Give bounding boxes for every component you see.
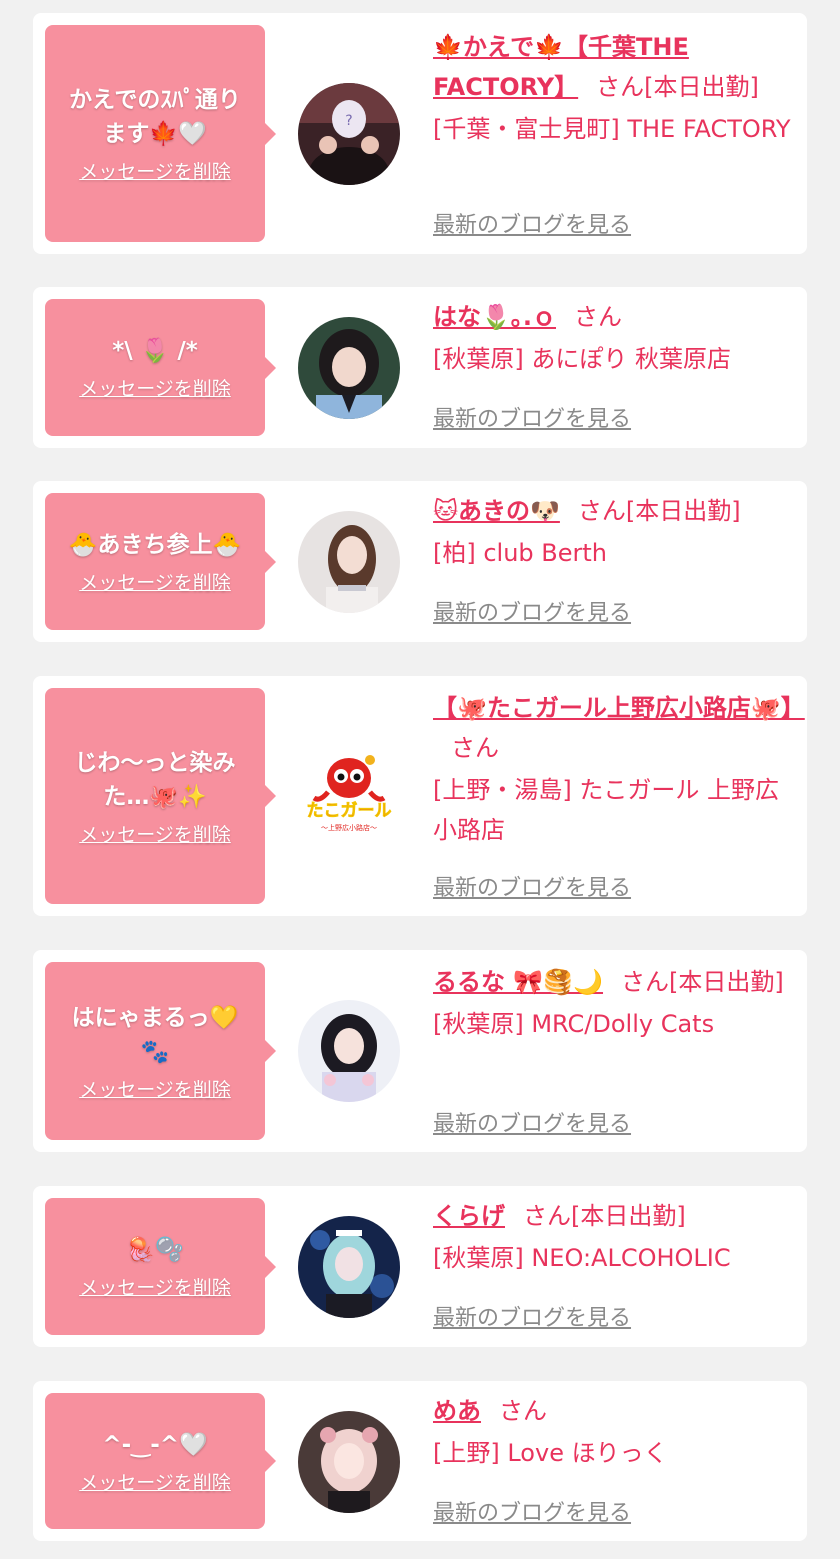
blog-link[interactable]: 最新のブログを見る	[433, 401, 631, 433]
delete-message-button[interactable]: メッセージを削除	[79, 1273, 231, 1300]
message-bubble: じわ〜っと染みた…🐙✨ メッセージを削除	[45, 688, 276, 904]
shop-name: [秋葉原] MRC/Dolly Cats	[433, 1010, 715, 1038]
message-text: 🐣あきち参上🐣	[68, 532, 242, 558]
svg-text:?: ?	[345, 113, 352, 129]
status-badge: [本日出勤]	[644, 73, 759, 101]
delete-message-button[interactable]: メッセージを削除	[79, 1468, 231, 1495]
delete-message-button[interactable]: メッセージを削除	[79, 1075, 231, 1102]
message-bubble: ^-‿-^🤍 メッセージを削除	[45, 1393, 276, 1529]
blog-link[interactable]: 最新のブログを見る	[433, 595, 631, 627]
blog-link[interactable]: 最新のブログを見る	[433, 870, 631, 902]
honorific: さん	[596, 73, 645, 101]
cast-name-link[interactable]: 🐱あきの🐶	[433, 497, 560, 525]
logo-title: たこガール	[307, 801, 392, 821]
shop-name: [柏] club Berth	[433, 539, 608, 567]
list-item: ^-‿-^🤍 メッセージを削除 めあ さん [上野] Love ほりっく 最新のブ…	[33, 1381, 807, 1541]
status-badge: [本日出勤]	[669, 968, 784, 996]
message-text: 🪼🫧	[126, 1237, 184, 1263]
message-text: かえでのｽﾊﾟ通ります🍁🤍	[69, 87, 241, 147]
honorific: さん	[577, 497, 626, 525]
status-badge: [本日出勤]	[571, 1202, 686, 1230]
status-badge: [本日出勤]	[625, 497, 741, 525]
list-item: はにゃまるっ💛🐾 メッセージを削除 るるな 🎀🥞🌙 さん[本日出勤] [秋葉原] …	[33, 950, 807, 1152]
avatar[interactable]	[298, 317, 400, 419]
honorific: さん	[574, 303, 622, 331]
logo-subtitle: 〜上野広小路店〜	[321, 823, 377, 832]
cast-name-link[interactable]: 【🐙たこガール上野広小路店🐙】	[433, 694, 805, 722]
message-text: ^-‿-^🤍	[102, 1431, 208, 1458]
cast-name-link[interactable]: はな🌷｡.ｏ	[433, 303, 556, 331]
avatar[interactable]: ?	[298, 83, 400, 185]
octopus-logo[interactable]: たこガール 〜上野広小路店〜	[298, 744, 400, 846]
message-text: はにゃまるっ💛🐾	[71, 1004, 239, 1065]
cast-name-link[interactable]: くらげ	[433, 1202, 505, 1230]
blog-link[interactable]: 最新のブログを見る	[433, 207, 631, 239]
honorific: さん	[621, 968, 670, 996]
list-item: 🐣あきち参上🐣 メッセージを削除 🐱あきの🐶 さん[本日出勤] [柏] club …	[33, 481, 807, 642]
honorific: さん	[523, 1202, 571, 1230]
delete-message-button[interactable]: メッセージを削除	[79, 157, 231, 184]
avatar[interactable]	[298, 511, 400, 613]
avatar[interactable]	[298, 1216, 400, 1318]
honorific: さん	[451, 734, 499, 762]
shop-name: [秋葉原] あにぽり 秋葉原店	[433, 345, 731, 373]
list-item: かえでのｽﾊﾟ通ります🍁🤍 メッセージを削除 ? 🍁かえで🍁【千葉THE FAC…	[33, 13, 807, 254]
delete-message-button[interactable]: メッセージを削除	[79, 820, 231, 847]
shop-name: [上野] Love ほりっく	[433, 1439, 668, 1467]
message-bubble: はにゃまるっ💛🐾 メッセージを削除	[45, 962, 276, 1140]
message-bubble: *\ 🌷 /* メッセージを削除	[45, 299, 276, 436]
delete-message-button[interactable]: メッセージを削除	[79, 374, 231, 401]
shop-name: [千葉・富士見町] THE FACTORY	[433, 115, 791, 143]
list-item: *\ 🌷 /* メッセージを削除 はな🌷｡.ｏ さん [秋葉原] あにぽり 秋葉原…	[33, 287, 807, 448]
avatar[interactable]	[298, 1000, 400, 1102]
delete-message-button[interactable]: メッセージを削除	[79, 568, 231, 595]
blog-link[interactable]: 最新のブログを見る	[433, 1106, 631, 1138]
list-item: じわ〜っと染みた…🐙✨ メッセージを削除 たこガール 〜上野広小路店〜 【🐙たこ…	[33, 676, 807, 916]
shop-name: [上野・湯島] たこガール 上野広小路店	[433, 776, 779, 844]
cast-name-link[interactable]: めあ	[433, 1397, 481, 1425]
message-bubble: かえでのｽﾊﾟ通ります🍁🤍 メッセージを削除	[45, 25, 276, 242]
message-text: じわ〜っと染みた…🐙✨	[74, 749, 236, 810]
message-bubble: 🐣あきち参上🐣 メッセージを削除	[45, 493, 276, 630]
blog-link[interactable]: 最新のブログを見る	[433, 1300, 631, 1332]
shop-name: [秋葉原] NEO:ALCOHOLIC	[433, 1244, 731, 1272]
honorific: さん	[499, 1397, 547, 1425]
message-text: *\ 🌷 /*	[112, 338, 198, 364]
cast-name-link[interactable]: るるな 🎀🥞🌙	[433, 968, 603, 996]
blog-link[interactable]: 最新のブログを見る	[433, 1495, 631, 1527]
list-item: 🪼🫧 メッセージを削除 くらげ さん[本日出勤] [秋葉原] NEO:ALCOHO…	[33, 1186, 807, 1347]
avatar[interactable]	[298, 1411, 400, 1513]
message-bubble: 🪼🫧 メッセージを削除	[45, 1198, 276, 1335]
